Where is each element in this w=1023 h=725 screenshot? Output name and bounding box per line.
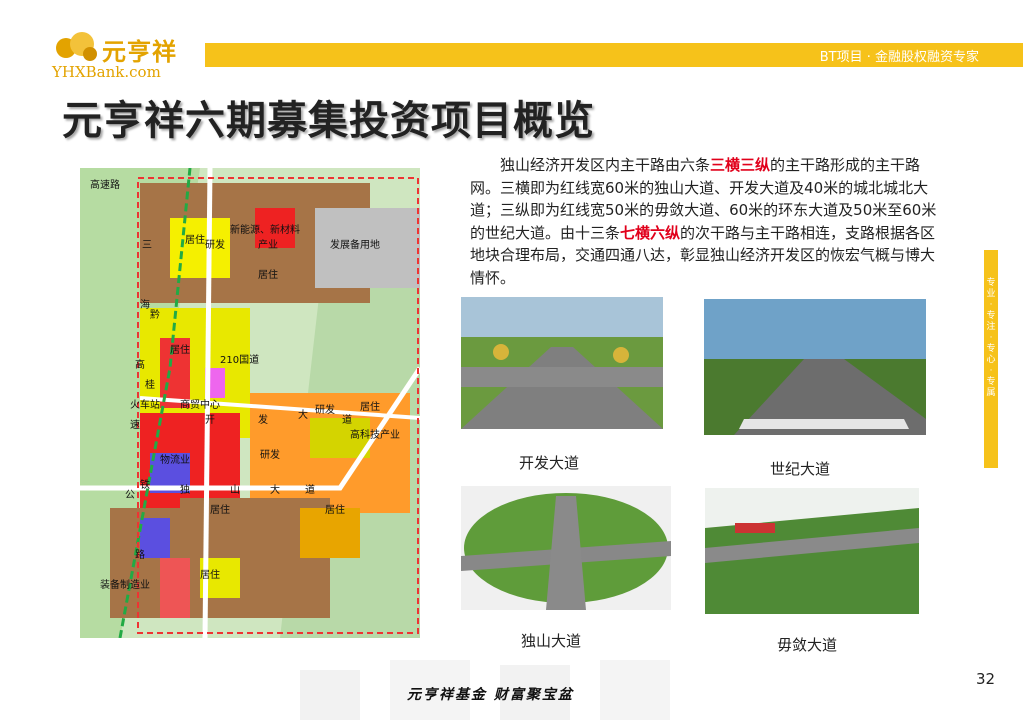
map-label: 居住 [258, 268, 278, 281]
map-label: 研发 [205, 238, 225, 251]
map-label: 高速路 [90, 178, 120, 191]
map-label: 新能源、新材料 [230, 223, 300, 236]
header-bar: BT项目 · 金融股权融资专家 [205, 43, 1023, 67]
kaifa-avenue-photo [461, 297, 663, 429]
logo-name: 元亨祥 [102, 37, 177, 66]
photo-caption-muzhi: 毋敛大道 [777, 636, 838, 654]
map-label: 商贸中心 [180, 398, 220, 411]
map-label: 道 [342, 413, 352, 426]
map-label: 山 [230, 484, 240, 496]
map-label: 黔 [150, 308, 160, 321]
photo-caption-shiji: 世纪大道 [770, 460, 831, 478]
company-logo: 元亨祥 YHXBank.com [52, 30, 202, 82]
highlight-seven-horizontal-six-vertical: 七横六纵 [620, 223, 681, 242]
map-label: 铁 [140, 478, 150, 491]
map-label: 发 [258, 413, 268, 426]
map-label: 产业 [258, 238, 278, 251]
map-label: 大 [270, 483, 280, 496]
map-label: 居住 [325, 503, 345, 516]
description-paragraph: 独山经济开发区内主干路由六条三横三纵的主干路形成的主干路网。三横即为红线宽60米… [470, 154, 940, 289]
logo-url: YHXBank.com [52, 63, 161, 81]
page-title: 元亨祥六期募集投资项目概览 [62, 98, 595, 144]
footer-slogan: 元亨祥基金 财富聚宝盆 [407, 687, 574, 703]
map-label: 三 [142, 240, 152, 251]
map-label: 桂 [145, 378, 155, 391]
map-label: 路 [135, 548, 145, 561]
map-label: 居住 [360, 400, 380, 413]
photo-caption-dushan: 独山大道 [521, 632, 582, 650]
map-label: 火车站 [130, 398, 160, 411]
map-label: 居住 [200, 568, 220, 581]
map-label: 装备制造业 [100, 578, 150, 591]
side-ribbon-text: 专业 · 专注 · 专心 · 专属 [986, 278, 996, 398]
map-label: 210国道 [220, 353, 259, 366]
map-label: 大 [298, 408, 308, 421]
map-label: 居住 [185, 233, 205, 246]
map-label: 公 [125, 490, 135, 501]
dushan-avenue-photo [461, 486, 671, 610]
highlight-three-horizontal-three-vertical: 三横三纵 [710, 156, 771, 174]
zoning-map: 高速路三海黔高桂速公路铁居住 研发新能源、新材料产业居住发展备用地居住210国道商… [80, 168, 420, 638]
map-label: 海 [140, 298, 150, 311]
header-tagline: BT项目 · 金融股权融资专家 [819, 50, 979, 65]
map-label: 研发 [260, 448, 280, 461]
side-ribbon: 专业 · 专注 · 专心 · 专属 [984, 250, 998, 468]
map-label: 高 [135, 358, 145, 371]
shiji-avenue-photo [704, 299, 926, 435]
map-label: 高科技产业 [350, 428, 400, 441]
map-label: 研发 [315, 403, 335, 416]
paragraph-text-1: 独山经济开发区内主干路由六条 [500, 156, 711, 174]
photo-caption-kaifa: 开发大道 [519, 454, 580, 472]
map-label: 居住 [210, 503, 230, 516]
map-label: 开 [205, 415, 215, 426]
map-label: 道 [305, 483, 315, 496]
map-label: 速 [130, 419, 140, 431]
map-label: 发展备用地 [330, 238, 380, 251]
page-number: 32 [976, 670, 996, 688]
map-label: 独 [180, 483, 190, 496]
muzhi-avenue-photo [705, 488, 919, 614]
map-label: 居住 [170, 343, 190, 356]
logo-icon [56, 32, 97, 61]
map-label: 物流业 [160, 453, 190, 466]
